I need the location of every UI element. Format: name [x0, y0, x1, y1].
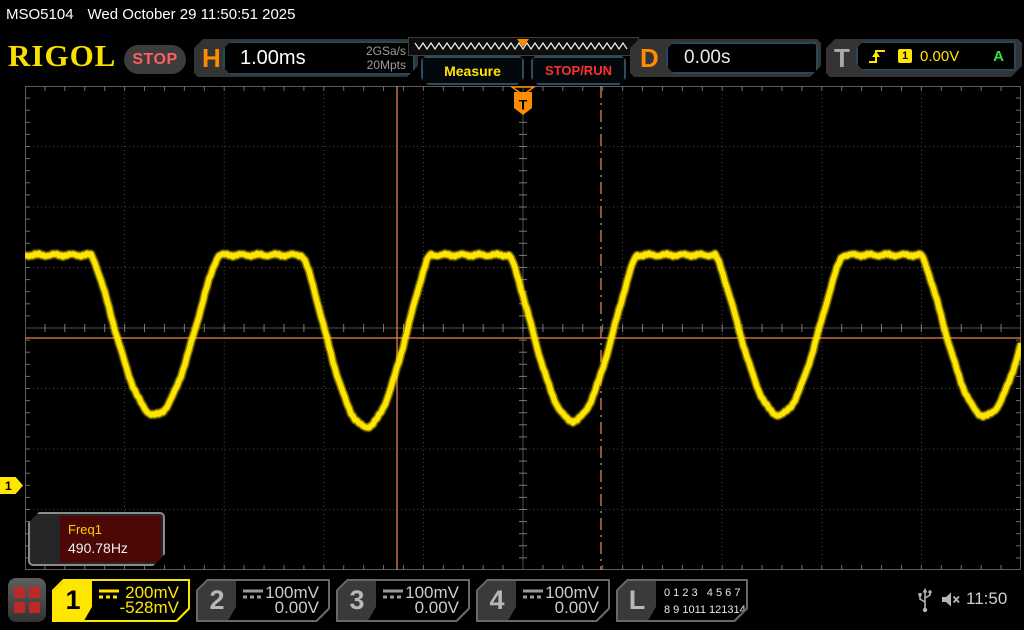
delay-panel[interactable]: D 0.00s: [630, 39, 821, 77]
sample-rate: 2GSa/s: [366, 44, 406, 58]
titlebar: MSO5104 Wed October 29 11:50:51 2025: [6, 6, 295, 23]
dc-coupling-icon: [523, 589, 545, 599]
trigger-label: T: [834, 39, 850, 77]
datetime: Wed October 29 11:50:51 2025: [88, 6, 296, 23]
svg-text:T: T: [519, 97, 528, 113]
delay-value: 0.00s: [684, 44, 730, 72]
channel-4-number: 4: [478, 581, 516, 620]
measurement-name: Freq1: [68, 522, 102, 537]
channel-4-box[interactable]: 4 100mV 0.00V: [476, 579, 610, 622]
horizontal-panel[interactable]: H 1.00ms 2GSa/s 20Mpts: [194, 39, 418, 77]
measure-button[interactable]: Measure: [421, 56, 524, 85]
logic-label: L: [618, 581, 656, 620]
channel-2-offset: 0.00V: [275, 598, 319, 618]
timebase-value: 1.00ms: [240, 43, 306, 73]
channel-3-number: 3: [338, 581, 376, 620]
trigger-panel[interactable]: T 1 0.00V A: [826, 39, 1022, 77]
memory-depth: 20Mpts: [366, 58, 406, 72]
usb-icon: [917, 587, 933, 613]
dc-coupling-icon: [383, 589, 405, 599]
grid-icon: [14, 587, 40, 613]
rising-edge-icon: [868, 48, 886, 64]
trigger-source-badge: 1: [898, 49, 912, 63]
logic-row-1: 0 1 2 3 4 5 6 7: [664, 585, 758, 602]
menu-grid-button[interactable]: [8, 578, 46, 622]
channel-3-offset: 0.00V: [415, 598, 459, 618]
channel-4-offset: 0.00V: [555, 598, 599, 618]
trigger-level: 0.00V: [920, 48, 959, 65]
measurement-item-freq1[interactable]: Freq1 490.78Hz: [28, 512, 165, 566]
run-state-badge: STOP: [124, 45, 186, 74]
channel-2-number: 2: [198, 581, 236, 620]
dc-coupling-icon: [99, 589, 121, 599]
delay-label: D: [640, 39, 659, 77]
stop-run-button[interactable]: STOP/RUN: [531, 56, 626, 85]
model-name: MSO5104: [6, 6, 74, 23]
channel-1-box[interactable]: 1 200mV -528mV: [52, 579, 190, 622]
logic-channels-box[interactable]: L 0 1 2 3 4 5 6 7 8 9 1011 12131415: [616, 579, 748, 622]
trigger-sweep-mode: A: [993, 48, 1004, 65]
channel-1-number: 1: [54, 581, 92, 620]
measurement-value: 490.78Hz: [68, 540, 128, 556]
rigol-logo: RIGOL: [8, 38, 116, 74]
channel-2-box[interactable]: 2 100mV 0.00V: [196, 579, 330, 622]
channel-1-ground-marker[interactable]: 1: [0, 477, 23, 494]
dc-coupling-icon: [243, 589, 265, 599]
memory-waveform-icon: [409, 38, 636, 53]
waveform-display[interactable]: T: [25, 86, 1021, 570]
oscilloscope-screen: MSO5104 Wed October 29 11:50:51 2025 RIGO…: [0, 0, 1024, 630]
speaker-muted-icon: [941, 591, 961, 609]
channel-3-box[interactable]: 3 100mV 0.00V: [336, 579, 470, 622]
horizontal-label: H: [202, 39, 221, 77]
clock: 11:50: [966, 589, 1007, 609]
memory-overview-strip[interactable]: [408, 37, 639, 56]
channel-1-offset: -528mV: [119, 598, 179, 618]
